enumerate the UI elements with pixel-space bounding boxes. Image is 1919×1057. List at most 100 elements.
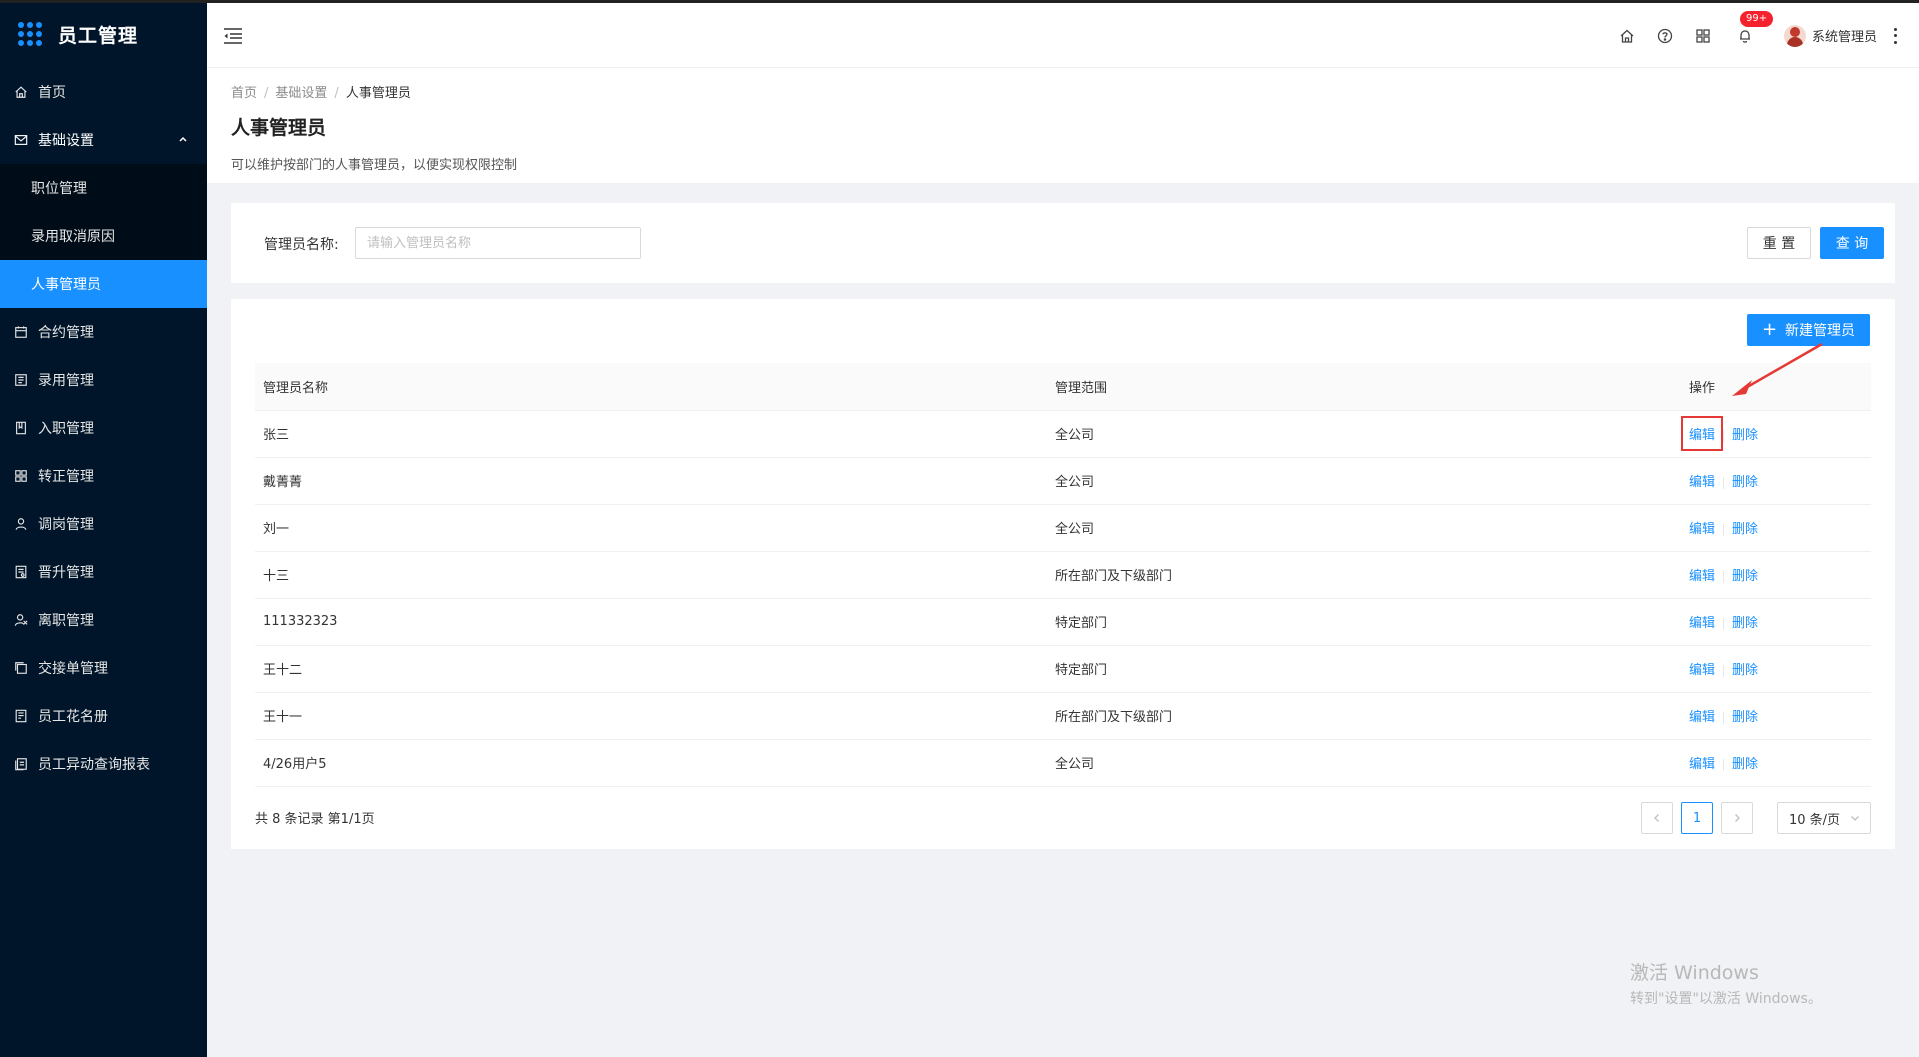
- cell-actions: 编辑 删除: [1681, 551, 1871, 599]
- table-row: 王十一 所在部门及下级部门 编辑 删除: [255, 692, 1871, 740]
- delete-link[interactable]: 删除: [1732, 424, 1758, 443]
- avatar[interactable]: [1783, 24, 1806, 47]
- cell-scope: 特定部门: [1047, 645, 1681, 693]
- sidebar: 员工管理 首页 基础设置 职位管理 录用取消原因 人事管理员 合约管理 录用管理: [0, 0, 207, 1057]
- reset-button[interactable]: 重 置: [1747, 227, 1811, 259]
- new-admin-button-label: 新建管理员: [1785, 323, 1856, 339]
- sidebar-item-promotion[interactable]: 晋升管理: [0, 548, 207, 596]
- cell-actions: 编辑 删除: [1681, 692, 1871, 740]
- delete-link[interactable]: 删除: [1732, 706, 1758, 725]
- page-size-select[interactable]: 10 条/页: [1777, 802, 1871, 834]
- cell-name: 111332323: [255, 598, 1047, 646]
- breadcrumb-basic-settings[interactable]: 基础设置: [275, 86, 327, 101]
- table-card: + 新建管理员 管理员名称 管理范围 操作 张三 全公司 编辑 删除 戴菁菁 全公…: [231, 299, 1895, 849]
- sidebar-item-transfer[interactable]: 调岗管理: [0, 500, 207, 548]
- sidebar-item-cancel-reasons[interactable]: 录用取消原因: [0, 212, 207, 260]
- watermark-line2: 转到"设置"以激活 Windows。: [1630, 991, 1822, 1007]
- search-form: 管理员名称: 重 置 查 询: [231, 203, 1895, 283]
- help-icon[interactable]: [1656, 27, 1674, 45]
- sidebar-item-roster[interactable]: 员工花名册: [0, 692, 207, 740]
- sidebar-item-hr-admins[interactable]: 人事管理员: [0, 260, 207, 308]
- sidebar-item-label: 晋升管理: [38, 565, 94, 581]
- app-logo[interactable]: 员工管理: [0, 0, 207, 68]
- search-label: 管理员名称:: [264, 237, 339, 253]
- user-icon: [14, 517, 28, 531]
- sidebar-submenu-basic-settings: 职位管理 录用取消原因 人事管理员: [0, 164, 207, 308]
- window-top-border: [0, 0, 1919, 3]
- breadcrumb-home[interactable]: 首页: [231, 86, 257, 101]
- delete-link[interactable]: 删除: [1732, 659, 1758, 678]
- page-title: 人事管理员: [231, 117, 327, 139]
- more-vertical-icon[interactable]: [1893, 27, 1897, 44]
- username[interactable]: 系统管理员: [1812, 26, 1877, 45]
- page-button-current[interactable]: 1: [1681, 802, 1713, 834]
- top-header: 99+ 系统管理员: [207, 3, 1919, 68]
- cell-actions: 编辑 删除: [1681, 739, 1871, 787]
- book-icon: [14, 421, 28, 435]
- apps-icon[interactable]: [1694, 27, 1712, 45]
- edit-link[interactable]: 编辑: [1689, 612, 1715, 631]
- edit-link[interactable]: 编辑: [1680, 416, 1724, 451]
- delete-link[interactable]: 删除: [1732, 753, 1758, 772]
- delete-link[interactable]: 删除: [1732, 471, 1758, 490]
- sidebar-item-resignation[interactable]: 离职管理: [0, 596, 207, 644]
- chevron-up-icon: [179, 136, 187, 142]
- annotation-arrow: [1732, 342, 1823, 396]
- cell-scope: 所在部门及下级部门: [1047, 551, 1681, 599]
- mail-icon: [14, 133, 28, 147]
- next-page-button[interactable]: [1721, 802, 1753, 834]
- sidebar-item-label: 入职管理: [38, 421, 94, 437]
- apps-grid-icon: [18, 22, 42, 46]
- admin-table: 管理员名称 管理范围 操作 张三 全公司 编辑 删除 戴菁菁 全公司 编辑 删除 刘…: [255, 363, 1871, 787]
- cell-scope: 所在部门及下级部门: [1047, 692, 1681, 740]
- page-size-value: 10 条/页: [1789, 812, 1841, 828]
- edit-link[interactable]: 编辑: [1689, 518, 1715, 537]
- sidebar-item-onboarding[interactable]: 入职管理: [0, 404, 207, 452]
- admin-name-search-input[interactable]: [355, 227, 641, 259]
- delete-link[interactable]: 删除: [1732, 518, 1758, 537]
- edit-link[interactable]: 编辑: [1689, 706, 1715, 725]
- sidebar-item-regularization[interactable]: 转正管理: [0, 452, 207, 500]
- sidebar-item-contracts[interactable]: 合约管理: [0, 308, 207, 356]
- pagination: 1 10 条/页: [1633, 802, 1871, 834]
- sidebar-item-handover[interactable]: 交接单管理: [0, 644, 207, 692]
- cell-scope: 全公司: [1047, 410, 1681, 458]
- sidebar-item-label: 员工异动查询报表: [38, 757, 150, 773]
- sidebar-item-hiring[interactable]: 录用管理: [0, 356, 207, 404]
- sidebar-item-position[interactable]: 职位管理: [0, 164, 207, 212]
- edit-link[interactable]: 编辑: [1689, 471, 1715, 490]
- sidebar-item-label: 合约管理: [38, 325, 94, 341]
- cell-actions: 编辑 删除: [1681, 645, 1871, 693]
- total-records-text: 共 8 条记录 第1/1页: [255, 812, 375, 827]
- delete-link[interactable]: 删除: [1732, 612, 1758, 631]
- sidebar-item-label: 首页: [38, 85, 66, 101]
- sidebar-item-label: 交接单管理: [38, 661, 108, 677]
- sidebar-item-label: 录用管理: [38, 373, 94, 389]
- sidebar-item-change-report[interactable]: 员工异动查询报表: [0, 740, 207, 788]
- app-title: 员工管理: [58, 24, 139, 47]
- notification-bell-icon[interactable]: 99+: [1736, 10, 1774, 45]
- roster-icon: [14, 709, 28, 723]
- chevron-down-icon: [1851, 816, 1859, 821]
- cell-name: 张三: [255, 410, 1047, 458]
- edit-link[interactable]: 编辑: [1689, 565, 1715, 584]
- menu-fold-icon[interactable]: [223, 27, 243, 45]
- home-icon[interactable]: [1618, 27, 1636, 45]
- cell-actions: 编辑 删除: [1681, 504, 1871, 552]
- sidebar-item-label: 转正管理: [38, 469, 94, 485]
- watermark-line1: 激活 Windows: [1630, 962, 1759, 984]
- delete-link[interactable]: 删除: [1732, 565, 1758, 584]
- cell-name: 王十一: [255, 692, 1047, 740]
- edit-link[interactable]: 编辑: [1689, 659, 1715, 678]
- header-actions: 99+ 系统管理员: [1598, 3, 1897, 68]
- query-button[interactable]: 查 询: [1820, 227, 1884, 259]
- cell-actions: 编辑 删除: [1680, 410, 1871, 458]
- sidebar-item-basic-settings[interactable]: 基础设置: [0, 116, 207, 164]
- sidebar-item-home[interactable]: 首页: [0, 68, 207, 116]
- edit-link[interactable]: 编辑: [1689, 753, 1715, 772]
- file-icon: [14, 565, 28, 579]
- page-description: 可以维护按部门的人事管理员，以便实现权限控制: [231, 158, 518, 173]
- chevron-left-icon: [1654, 814, 1659, 822]
- cell-name: 王十二: [255, 645, 1047, 693]
- prev-page-button[interactable]: [1641, 802, 1673, 834]
